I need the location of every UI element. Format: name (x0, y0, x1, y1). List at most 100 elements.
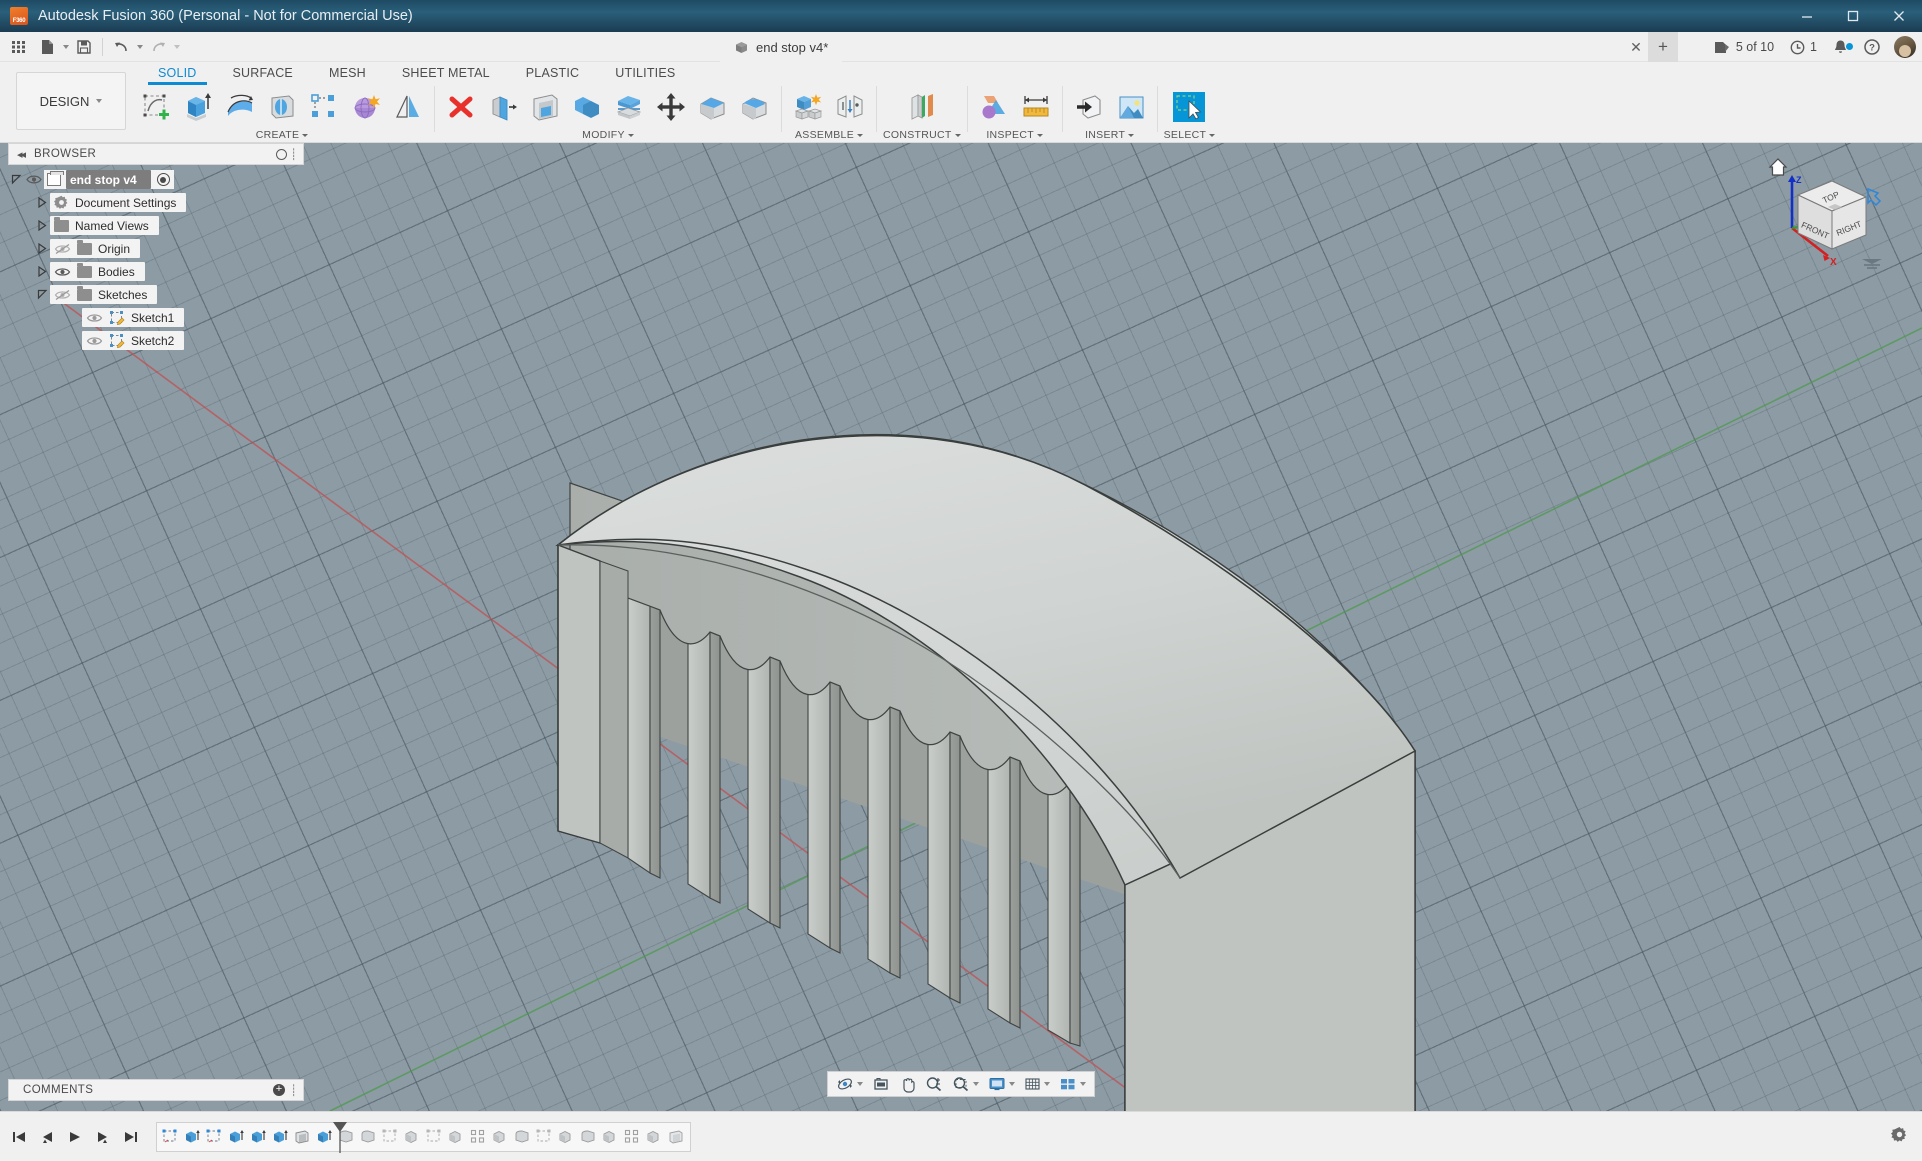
timeline-track[interactable] (156, 1121, 691, 1153)
panel-select-label[interactable]: SELECT (1164, 128, 1216, 142)
new-file-icon[interactable] (34, 35, 60, 59)
redo-caret-icon[interactable] (174, 44, 180, 49)
skip-to-end-icon[interactable] (120, 1124, 142, 1150)
timeline-fillet-icon[interactable] (512, 1125, 533, 1149)
tree-item-chip[interactable]: Document Settings (50, 193, 187, 212)
sweep-icon[interactable] (262, 87, 302, 127)
collapse-panel-icon[interactable]: ◂◂ (17, 148, 26, 161)
tab-sheet-metal[interactable]: SHEET METAL (384, 64, 508, 83)
comments-grip-icon[interactable]: ┊ (290, 1084, 297, 1097)
new-component-icon[interactable] (788, 87, 828, 127)
expand-arrow-icon[interactable] (34, 289, 50, 300)
close-button[interactable] (1876, 0, 1922, 32)
document-tab-close-icon[interactable]: ✕ (1625, 32, 1647, 62)
undo-caret-icon[interactable] (137, 44, 143, 49)
timeline-extrude-icon[interactable] (270, 1125, 291, 1149)
tree-item-chip[interactable]: Origin (50, 239, 141, 258)
help-button[interactable]: ? (1858, 39, 1886, 55)
timeline-pattern-icon[interactable] (622, 1125, 643, 1149)
timeline-marker[interactable] (333, 1121, 347, 1153)
insert-derive-icon[interactable] (1069, 87, 1109, 127)
comments-panel[interactable]: COMMENTS + ┊ (8, 1079, 304, 1101)
fillet-icon[interactable] (693, 87, 733, 127)
mirror-icon[interactable] (388, 87, 428, 127)
pattern-icon[interactable] (304, 87, 344, 127)
visibility-off-icon[interactable] (54, 243, 71, 255)
timeline-extrude-icon[interactable] (402, 1125, 423, 1149)
tree-item-chip[interactable]: Bodies (50, 262, 145, 281)
look-at-icon[interactable] (868, 1072, 894, 1096)
tab-plastic[interactable]: PLASTIC (508, 64, 598, 83)
tree-item-sketch2[interactable]: Sketch2 (8, 331, 304, 350)
tab-mesh[interactable]: MESH (311, 64, 384, 83)
move-copy-icon[interactable] (651, 87, 691, 127)
history-status[interactable]: 1 (1784, 40, 1823, 55)
activate-component-icon[interactable] (156, 173, 170, 186)
panel-create-label[interactable]: CREATE (256, 128, 309, 142)
chevron-down-icon[interactable] (857, 1082, 863, 1086)
visibility-on-icon[interactable] (86, 335, 103, 347)
visibility-toggle-icon[interactable] (24, 174, 44, 185)
maximize-button[interactable] (1830, 0, 1876, 32)
interference-icon[interactable] (974, 87, 1014, 127)
chevron-down-icon[interactable] (973, 1082, 979, 1086)
timeline-settings-icon[interactable] (1891, 1126, 1908, 1148)
grid-snaps-icon[interactable] (1020, 1072, 1054, 1096)
timeline-extrude-icon[interactable] (226, 1125, 247, 1149)
workspace-selector[interactable]: DESIGN (16, 72, 126, 130)
timeline-fillet-icon[interactable] (358, 1125, 379, 1149)
viewports-icon[interactable] (1055, 1072, 1090, 1096)
step-forward-icon[interactable] (92, 1124, 114, 1150)
offset-plane-icon[interactable] (900, 87, 944, 127)
zoom-icon[interactable] (921, 1072, 947, 1096)
select-cursor-icon[interactable] (1169, 87, 1209, 127)
browser-header[interactable]: ◂◂ BROWSER ┊ (8, 143, 304, 165)
timeline-extrude-icon[interactable] (490, 1125, 511, 1149)
tab-utilities[interactable]: UTILITIES (597, 64, 693, 83)
measure-icon[interactable] (1016, 87, 1056, 127)
timeline-extrude-icon[interactable] (248, 1125, 269, 1149)
undo-icon[interactable] (108, 35, 134, 59)
browser-grip-icon[interactable]: ┊ (290, 148, 297, 161)
tree-item-origin[interactable]: Origin (8, 239, 304, 258)
timeline-sketch-icon[interactable] (204, 1125, 225, 1149)
offset-face-icon[interactable] (609, 87, 649, 127)
shell-icon[interactable] (525, 87, 565, 127)
tree-item-chip[interactable]: Named Views (50, 216, 159, 235)
visibility-off-icon[interactable] (54, 289, 71, 301)
expand-arrow-icon[interactable] (34, 243, 50, 254)
document-tab[interactable]: end stop v4* (720, 32, 843, 62)
user-avatar[interactable] (1894, 36, 1916, 58)
expand-arrow-icon[interactable] (34, 220, 50, 231)
redo-icon[interactable] (145, 35, 171, 59)
tree-item-chip[interactable]: Sketches (50, 285, 158, 304)
chamfer-icon[interactable] (735, 87, 775, 127)
timeline-shell-icon[interactable] (666, 1125, 687, 1149)
browser-options-icon[interactable] (276, 148, 287, 160)
create-sketch-icon[interactable] (136, 87, 176, 127)
expand-arrow-icon[interactable] (34, 266, 50, 277)
view-cube[interactable]: Z X TOP FRONT RIGHT (1762, 153, 1892, 273)
delete-icon[interactable] (441, 87, 481, 127)
skip-to-start-icon[interactable] (8, 1124, 30, 1150)
insert-canvas-icon[interactable] (1111, 87, 1151, 127)
expand-arrow-icon[interactable] (34, 197, 50, 208)
visibility-on-icon[interactable] (54, 266, 71, 278)
viewport-3d[interactable]: ◂◂ BROWSER ┊ end stop v4 Document Settin… (0, 143, 1922, 1111)
timeline-sketch-icon[interactable] (380, 1125, 401, 1149)
panel-assemble-label[interactable]: ASSEMBLE (795, 128, 863, 142)
tab-surface[interactable]: SURFACE (215, 64, 311, 83)
save-icon[interactable] (71, 35, 97, 59)
timeline-extrude-icon[interactable] (556, 1125, 577, 1149)
notifications-button[interactable] (1827, 39, 1854, 55)
tree-item-chip[interactable]: Sketch1 (82, 308, 185, 327)
revolve-icon[interactable] (220, 87, 260, 127)
panel-modify-label[interactable]: MODIFY (582, 128, 634, 142)
combine-icon[interactable] (567, 87, 607, 127)
sphere-icon[interactable] (346, 87, 386, 127)
chevron-down-icon[interactable] (1044, 1082, 1050, 1086)
new-document-tab-button[interactable]: + (1648, 32, 1678, 62)
orbit-icon[interactable] (832, 1072, 867, 1096)
tree-root-label[interactable]: end stop v4 (66, 170, 151, 189)
panel-construct-label[interactable]: CONSTRUCT (883, 128, 961, 142)
